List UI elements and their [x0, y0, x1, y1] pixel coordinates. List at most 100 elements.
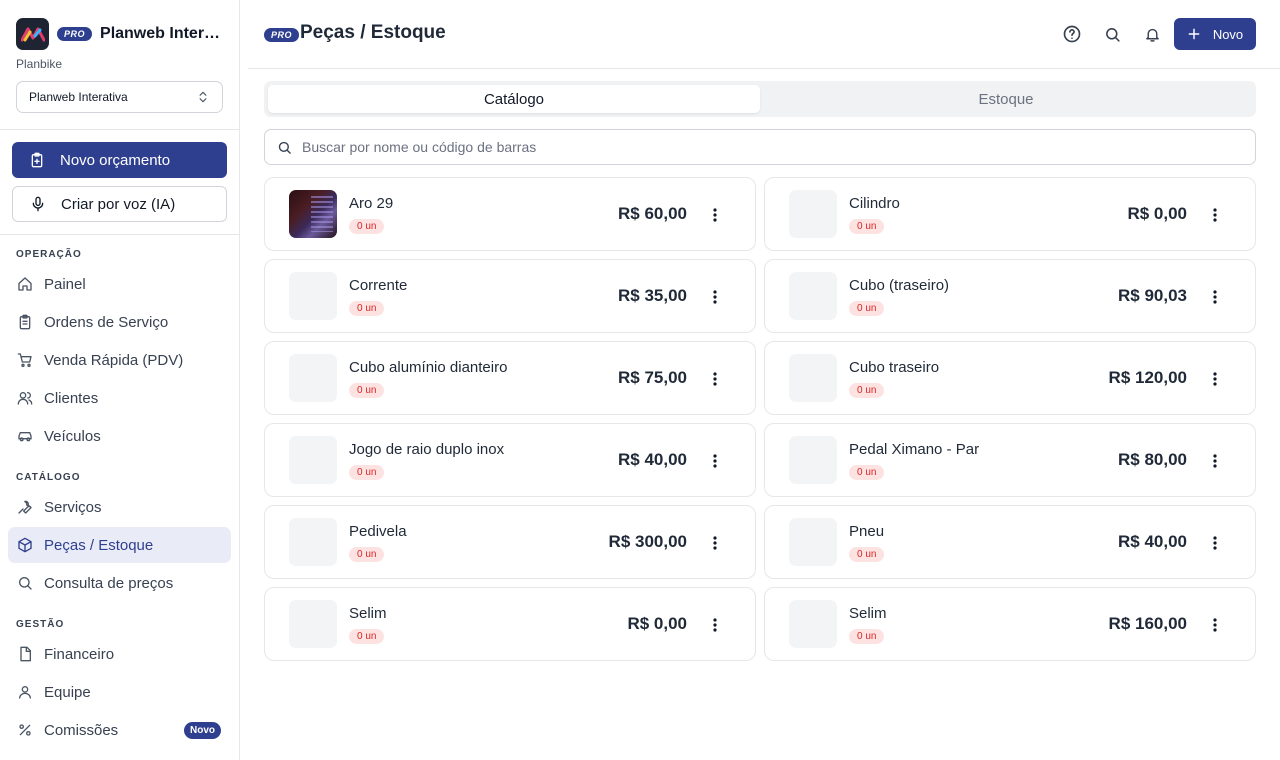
sidebar-item-label: Veículos — [44, 427, 101, 445]
chevron-up-down-icon — [199, 91, 207, 103]
section-title-operacao: OPERAÇÃO — [16, 249, 82, 260]
stock-badge: 0 un — [849, 218, 885, 234]
notifications-button[interactable] — [1140, 22, 1164, 46]
percent-icon — [16, 721, 34, 739]
search-icon — [278, 141, 291, 154]
more-options-button[interactable] — [1207, 533, 1223, 553]
product-card[interactable]: Cubo traseiro 0 un R$ 120,00 — [764, 341, 1256, 415]
product-image-placeholder — [789, 518, 837, 566]
product-grid: Aro 29 0 un R$ 60,00 Cilindro 0 un R$ 0,00… — [264, 177, 1256, 661]
sidebar-item-painel[interactable]: Painel — [8, 266, 231, 302]
wrench-icon — [16, 498, 34, 516]
sidebar-item-equipe[interactable]: Equipe — [8, 674, 231, 710]
more-options-button[interactable] — [1207, 287, 1223, 307]
tab-estoque[interactable]: Estoque — [760, 85, 1252, 113]
product-image — [289, 190, 337, 238]
help-button[interactable] — [1060, 22, 1084, 46]
product-card[interactable]: Aro 29 0 un R$ 60,00 — [264, 177, 756, 251]
more-vertical-icon — [1213, 454, 1217, 468]
sidebar-item-veiculos[interactable]: Veículos — [8, 418, 231, 454]
product-name: Pedivela — [349, 522, 407, 540]
stock-badge: 0 un — [349, 300, 385, 316]
stock-badge: 0 un — [849, 546, 885, 562]
more-vertical-icon — [1213, 290, 1217, 304]
org-select-value: Planweb Interativa — [29, 90, 128, 104]
more-options-button[interactable] — [1207, 369, 1223, 389]
divider — [0, 234, 239, 235]
product-price: R$ 120,00 — [1108, 368, 1187, 387]
sidebar-item-clientes[interactable]: Clientes — [8, 380, 231, 416]
product-image-placeholder — [289, 272, 337, 320]
more-options-button[interactable] — [707, 287, 723, 307]
product-image-placeholder — [789, 272, 837, 320]
product-name: Jogo de raio duplo inox — [349, 440, 505, 458]
sidebar-item-financeiro[interactable]: Financeiro — [8, 636, 231, 672]
pro-badge: PRO — [57, 27, 93, 41]
more-options-button[interactable] — [707, 369, 723, 389]
sidebar-item-venda[interactable]: Venda Rápida (PDV) — [8, 342, 231, 378]
search-icon — [16, 574, 34, 592]
sidebar-item-label: Peças / Estoque — [44, 536, 154, 554]
more-options-button[interactable] — [1207, 451, 1223, 471]
plus-icon — [1188, 28, 1200, 40]
product-name: Selim — [849, 604, 887, 622]
sidebar-item-label: Clientes — [44, 389, 99, 407]
document-icon — [16, 645, 34, 663]
voice-create-button[interactable]: Criar por voz (IA) — [12, 186, 227, 222]
search-button[interactable] — [1100, 22, 1124, 46]
more-vertical-icon — [713, 618, 717, 632]
clipboard-icon — [28, 151, 46, 169]
product-image-placeholder — [289, 436, 337, 484]
product-card[interactable]: Cubo alumínio dianteiro 0 un R$ 75,00 — [264, 341, 756, 415]
sidebar-item-pecas[interactable]: Peças / Estoque — [8, 527, 231, 563]
product-card[interactable]: Pedal Ximano - Par 0 un R$ 80,00 — [764, 423, 1256, 497]
sidebar-item-label: Comissões — [44, 721, 119, 739]
search-input[interactable] — [302, 139, 1202, 155]
user-icon — [16, 683, 34, 701]
sidebar-item-servicos[interactable]: Serviços — [8, 489, 231, 525]
product-name: Pneu — [849, 522, 885, 540]
sidebar-item-label: Venda Rápida (PDV) — [44, 351, 184, 369]
app-logo — [16, 18, 49, 50]
more-options-button[interactable] — [707, 533, 723, 553]
more-options-button[interactable] — [1207, 615, 1223, 635]
more-options-button[interactable] — [707, 451, 723, 471]
brand[interactable]: PRO Planweb Interativa — [16, 18, 224, 50]
new-quote-button[interactable]: Novo orçamento — [12, 142, 227, 178]
more-options-button[interactable] — [707, 205, 723, 225]
sidebar-item-consulta[interactable]: Consulta de preços — [8, 565, 231, 601]
product-card[interactable]: Selim 0 un R$ 0,00 — [264, 587, 756, 661]
product-card[interactable]: Pedivela 0 un R$ 300,00 — [264, 505, 756, 579]
users-icon — [16, 389, 34, 407]
product-price: R$ 0,00 — [1127, 204, 1187, 223]
product-price: R$ 40,00 — [618, 450, 687, 469]
more-vertical-icon — [713, 372, 717, 386]
product-card[interactable]: Jogo de raio duplo inox 0 un R$ 40,00 — [264, 423, 756, 497]
clipboard-list-icon — [16, 313, 34, 331]
search-icon — [1105, 27, 1120, 42]
more-options-button[interactable] — [707, 615, 723, 635]
stock-badge: 0 un — [349, 218, 385, 234]
product-name: Cubo (traseiro) — [849, 276, 950, 294]
product-card[interactable]: Pneu 0 un R$ 40,00 — [764, 505, 1256, 579]
tab-catalogo[interactable]: Catálogo — [268, 85, 760, 113]
product-name: Cilindro — [849, 194, 900, 212]
brand-name: Planweb Interativa — [100, 25, 224, 42]
product-name: Aro 29 — [349, 194, 394, 212]
view-tabs: Catálogo Estoque — [264, 81, 1256, 117]
product-card[interactable]: Cilindro 0 un R$ 0,00 — [764, 177, 1256, 251]
org-label: Planbike — [16, 57, 63, 71]
product-card[interactable]: Corrente 0 un R$ 35,00 — [264, 259, 756, 333]
org-select[interactable]: Planweb Interativa — [16, 81, 223, 113]
product-card[interactable]: Cubo (traseiro) 0 un R$ 90,03 — [764, 259, 1256, 333]
sidebar-item-ordens[interactable]: Ordens de Serviço — [8, 304, 231, 340]
sidebar-item-comissoes[interactable]: Comissões Novo — [8, 712, 231, 748]
product-price: R$ 75,00 — [618, 368, 687, 387]
product-image-placeholder — [789, 190, 837, 238]
product-card[interactable]: Selim 0 un R$ 160,00 — [764, 587, 1256, 661]
new-item-label: Novo — [1212, 26, 1244, 42]
more-options-button[interactable] — [1207, 205, 1223, 225]
more-vertical-icon — [1213, 208, 1217, 222]
new-item-button[interactable]: Novo — [1174, 18, 1256, 50]
search-bar — [264, 129, 1256, 165]
